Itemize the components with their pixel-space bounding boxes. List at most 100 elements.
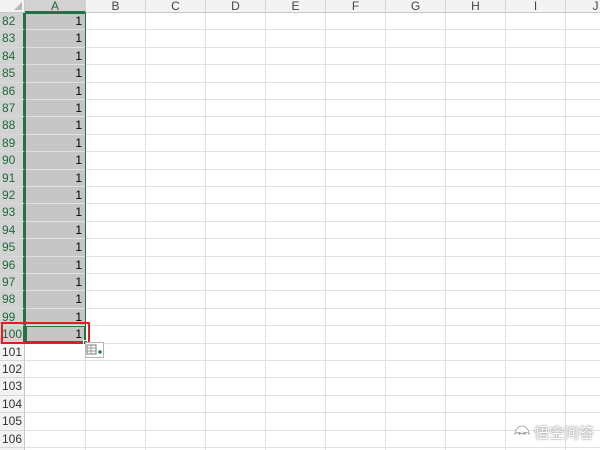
cell-i82[interactable] bbox=[506, 13, 566, 31]
cell-i86[interactable] bbox=[506, 82, 566, 100]
cell-c96[interactable] bbox=[146, 256, 206, 274]
cell-c86[interactable] bbox=[146, 82, 206, 100]
cell-j83[interactable] bbox=[566, 30, 600, 48]
cell-e94[interactable] bbox=[266, 221, 326, 240]
cell-h101[interactable] bbox=[446, 343, 506, 361]
cell-j96[interactable] bbox=[566, 257, 600, 274]
cell-b89[interactable] bbox=[86, 134, 146, 153]
cell-j99[interactable] bbox=[566, 309, 600, 327]
cell-d105[interactable] bbox=[206, 413, 266, 431]
cell-c93[interactable] bbox=[146, 204, 206, 222]
cell-i99[interactable] bbox=[506, 308, 566, 327]
cell-c104[interactable] bbox=[146, 395, 206, 414]
cell-i98[interactable] bbox=[506, 291, 566, 309]
select-all-button[interactable] bbox=[0, 0, 25, 13]
cell-h104[interactable] bbox=[446, 395, 506, 414]
cell-f83[interactable] bbox=[326, 30, 386, 48]
row-header-99[interactable]: 99 bbox=[0, 308, 25, 327]
cell-d95[interactable] bbox=[206, 239, 266, 257]
cell-e104[interactable] bbox=[266, 395, 326, 414]
cell-i90[interactable] bbox=[506, 152, 566, 170]
row-header-104[interactable]: 104 bbox=[0, 395, 25, 414]
cell-b92[interactable] bbox=[86, 187, 146, 205]
cell-h95[interactable] bbox=[446, 239, 506, 257]
row-header-100[interactable]: 100 bbox=[0, 326, 25, 344]
cell-a83[interactable]: 1 bbox=[25, 30, 86, 48]
cell-c105[interactable] bbox=[146, 413, 206, 431]
cell-e83[interactable] bbox=[266, 30, 326, 48]
row-header-93[interactable]: 93 bbox=[0, 204, 25, 222]
row-header-102[interactable]: 102 bbox=[0, 361, 25, 379]
cell-b105[interactable] bbox=[86, 413, 146, 431]
cell-e100[interactable] bbox=[266, 326, 326, 344]
cell-a89[interactable]: 1 bbox=[25, 134, 86, 153]
row-header-92[interactable]: 92 bbox=[0, 187, 25, 205]
cell-i88[interactable] bbox=[506, 117, 566, 135]
cell-d86[interactable] bbox=[206, 82, 266, 100]
cell-h83[interactable] bbox=[446, 30, 506, 48]
cell-d88[interactable] bbox=[206, 117, 266, 135]
cell-j94[interactable] bbox=[566, 222, 600, 240]
row-header-87[interactable]: 87 bbox=[0, 100, 25, 118]
cell-c102[interactable] bbox=[146, 361, 206, 379]
cell-f93[interactable] bbox=[326, 204, 386, 222]
cell-g92[interactable] bbox=[386, 187, 446, 205]
cell-h89[interactable] bbox=[446, 134, 506, 153]
cell-h99[interactable] bbox=[446, 308, 506, 327]
cell-j101[interactable] bbox=[566, 344, 600, 361]
cell-b83[interactable] bbox=[86, 30, 146, 48]
cell-j85[interactable] bbox=[566, 65, 600, 83]
cell-g95[interactable] bbox=[386, 239, 446, 257]
cell-f82[interactable] bbox=[326, 13, 386, 31]
cell-a84[interactable]: 1 bbox=[25, 47, 86, 66]
cell-e88[interactable] bbox=[266, 117, 326, 135]
cell-b95[interactable] bbox=[86, 239, 146, 257]
cell-j91[interactable] bbox=[566, 170, 600, 187]
cell-j92[interactable] bbox=[566, 187, 600, 205]
cell-d93[interactable] bbox=[206, 204, 266, 222]
cell-a90[interactable]: 1 bbox=[25, 152, 86, 170]
cell-b106[interactable] bbox=[86, 430, 146, 448]
cell-a94[interactable]: 1 bbox=[25, 221, 86, 240]
cell-e103[interactable] bbox=[266, 378, 326, 396]
cell-h82[interactable] bbox=[446, 13, 506, 31]
cell-a100[interactable]: 1 bbox=[25, 326, 86, 344]
cell-d98[interactable] bbox=[206, 291, 266, 309]
row-header-103[interactable]: 103 bbox=[0, 378, 25, 396]
row-header-98[interactable]: 98 bbox=[0, 291, 25, 309]
cell-d91[interactable] bbox=[206, 169, 266, 187]
cell-d84[interactable] bbox=[206, 47, 266, 66]
cell-e91[interactable] bbox=[266, 169, 326, 187]
cell-g102[interactable] bbox=[386, 361, 446, 379]
cell-g90[interactable] bbox=[386, 152, 446, 170]
cell-j89[interactable] bbox=[566, 135, 600, 153]
cell-i103[interactable] bbox=[506, 378, 566, 396]
cell-g87[interactable] bbox=[386, 100, 446, 118]
cell-e97[interactable] bbox=[266, 274, 326, 292]
cell-g104[interactable] bbox=[386, 395, 446, 414]
cell-b87[interactable] bbox=[86, 100, 146, 118]
cell-e101[interactable] bbox=[266, 343, 326, 361]
cell-e89[interactable] bbox=[266, 134, 326, 153]
cell-i104[interactable] bbox=[506, 395, 566, 414]
cell-f90[interactable] bbox=[326, 152, 386, 170]
cell-b85[interactable] bbox=[86, 65, 146, 83]
cell-i84[interactable] bbox=[506, 47, 566, 66]
cell-g91[interactable] bbox=[386, 169, 446, 187]
cell-d100[interactable] bbox=[206, 326, 266, 344]
cell-h90[interactable] bbox=[446, 152, 506, 170]
cell-c87[interactable] bbox=[146, 100, 206, 118]
cell-f88[interactable] bbox=[326, 117, 386, 135]
cell-j84[interactable] bbox=[566, 48, 600, 66]
cell-e82[interactable] bbox=[266, 13, 326, 31]
spreadsheet-grid[interactable]: A B C D E F G H I J 82 1 83 1 84 1 85 1 86 1 87 1 88 1 89 1 90 1 91 1… bbox=[0, 0, 600, 450]
cell-c97[interactable] bbox=[146, 274, 206, 292]
cell-d102[interactable] bbox=[206, 361, 266, 379]
column-header-e[interactable]: E bbox=[266, 0, 326, 13]
cell-d85[interactable] bbox=[206, 65, 266, 83]
cell-f97[interactable] bbox=[326, 274, 386, 292]
cell-d83[interactable] bbox=[206, 30, 266, 48]
column-header-j[interactable]: J bbox=[566, 0, 600, 13]
row-header-89[interactable]: 89 bbox=[0, 134, 25, 153]
cell-c98[interactable] bbox=[146, 291, 206, 309]
